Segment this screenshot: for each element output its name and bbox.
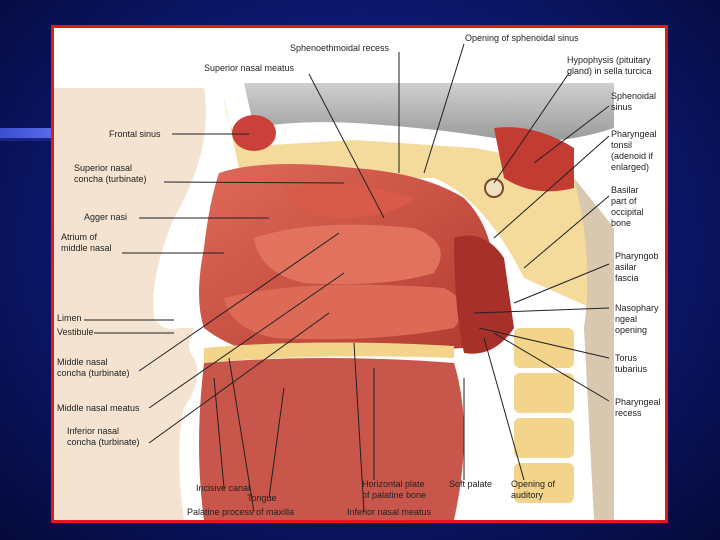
- label-pharyngeal-recess: Pharyngeal recess: [615, 397, 661, 418]
- brain-region: [244, 83, 614, 142]
- vertebra-3: [514, 418, 574, 458]
- figure-frame: Sphenoethmoidal recess Opening of spheno…: [51, 25, 668, 523]
- vertebra-2: [514, 373, 574, 413]
- label-incisive-canal: Incisive canal: [196, 483, 251, 493]
- label-superior-nasal-meatus: Superior nasal meatus: [204, 63, 295, 73]
- label-pharyngobasilar-fascia: Pharyngob asilar fascia: [615, 251, 659, 283]
- pituitary-shape: [484, 178, 504, 198]
- label-torus-tubarius: Torus tubarius: [615, 353, 648, 374]
- frontal-sinus-shape: [232, 115, 276, 151]
- label-inferior-nasal-concha: Inferior nasal concha (turbinate): [67, 426, 140, 447]
- nasal-cavity-illustration: [54, 43, 614, 520]
- label-inferior-nasal-meatus: Inferior nasal meatus: [347, 507, 432, 517]
- label-horizontal-plate: Horizontal plate of palatine bone: [362, 479, 427, 500]
- label-tongue: Tongue: [247, 493, 277, 503]
- label-agger-nasi: Agger nasi: [84, 212, 128, 222]
- label-atrium-middle-nasal: Atrium of middle nasal: [61, 232, 112, 253]
- label-limen: Limen: [57, 313, 82, 323]
- label-opening-sphenoidal-sinus: Opening of sphenoidal sinus: [465, 33, 579, 43]
- label-opening-auditory: Opening of auditory: [511, 479, 556, 500]
- label-nasopharyngeal-opening: Nasophary ngeal opening: [615, 303, 659, 335]
- label-soft-palate: Soft palate: [449, 479, 493, 489]
- label-hypophysis: Hypophysis (pituitary gland) in sella tu…: [567, 55, 652, 76]
- label-middle-nasal-concha: Middle nasal concha (turbinate): [57, 357, 130, 378]
- label-sphenoidal-sinus: Sphenoidal sinus: [611, 91, 657, 112]
- label-basilar-part: Basilar part of occipital bone: [611, 185, 644, 228]
- label-middle-nasal-meatus: Middle nasal meatus: [57, 403, 140, 413]
- label-superior-nasal-concha: Superior nasal concha (turbinate): [74, 163, 147, 184]
- label-pharyngeal-tonsil: Pharyngeal tonsil (adenoid if enlarged): [611, 129, 657, 172]
- slide-accent-line: [0, 138, 52, 141]
- slide-accent-bar: [0, 128, 52, 138]
- middle-concha-shape: [254, 224, 441, 285]
- label-frontal-sinus: Frontal sinus: [109, 129, 161, 139]
- label-vestibule: Vestibule: [57, 327, 94, 337]
- label-palatine-process: Palatine process of maxilla: [187, 507, 295, 517]
- label-sphenoethmoidal-recess: Sphenoethmoidal recess: [290, 43, 390, 53]
- face-profile: [54, 88, 206, 520]
- nasopharynx-shape: [454, 235, 514, 354]
